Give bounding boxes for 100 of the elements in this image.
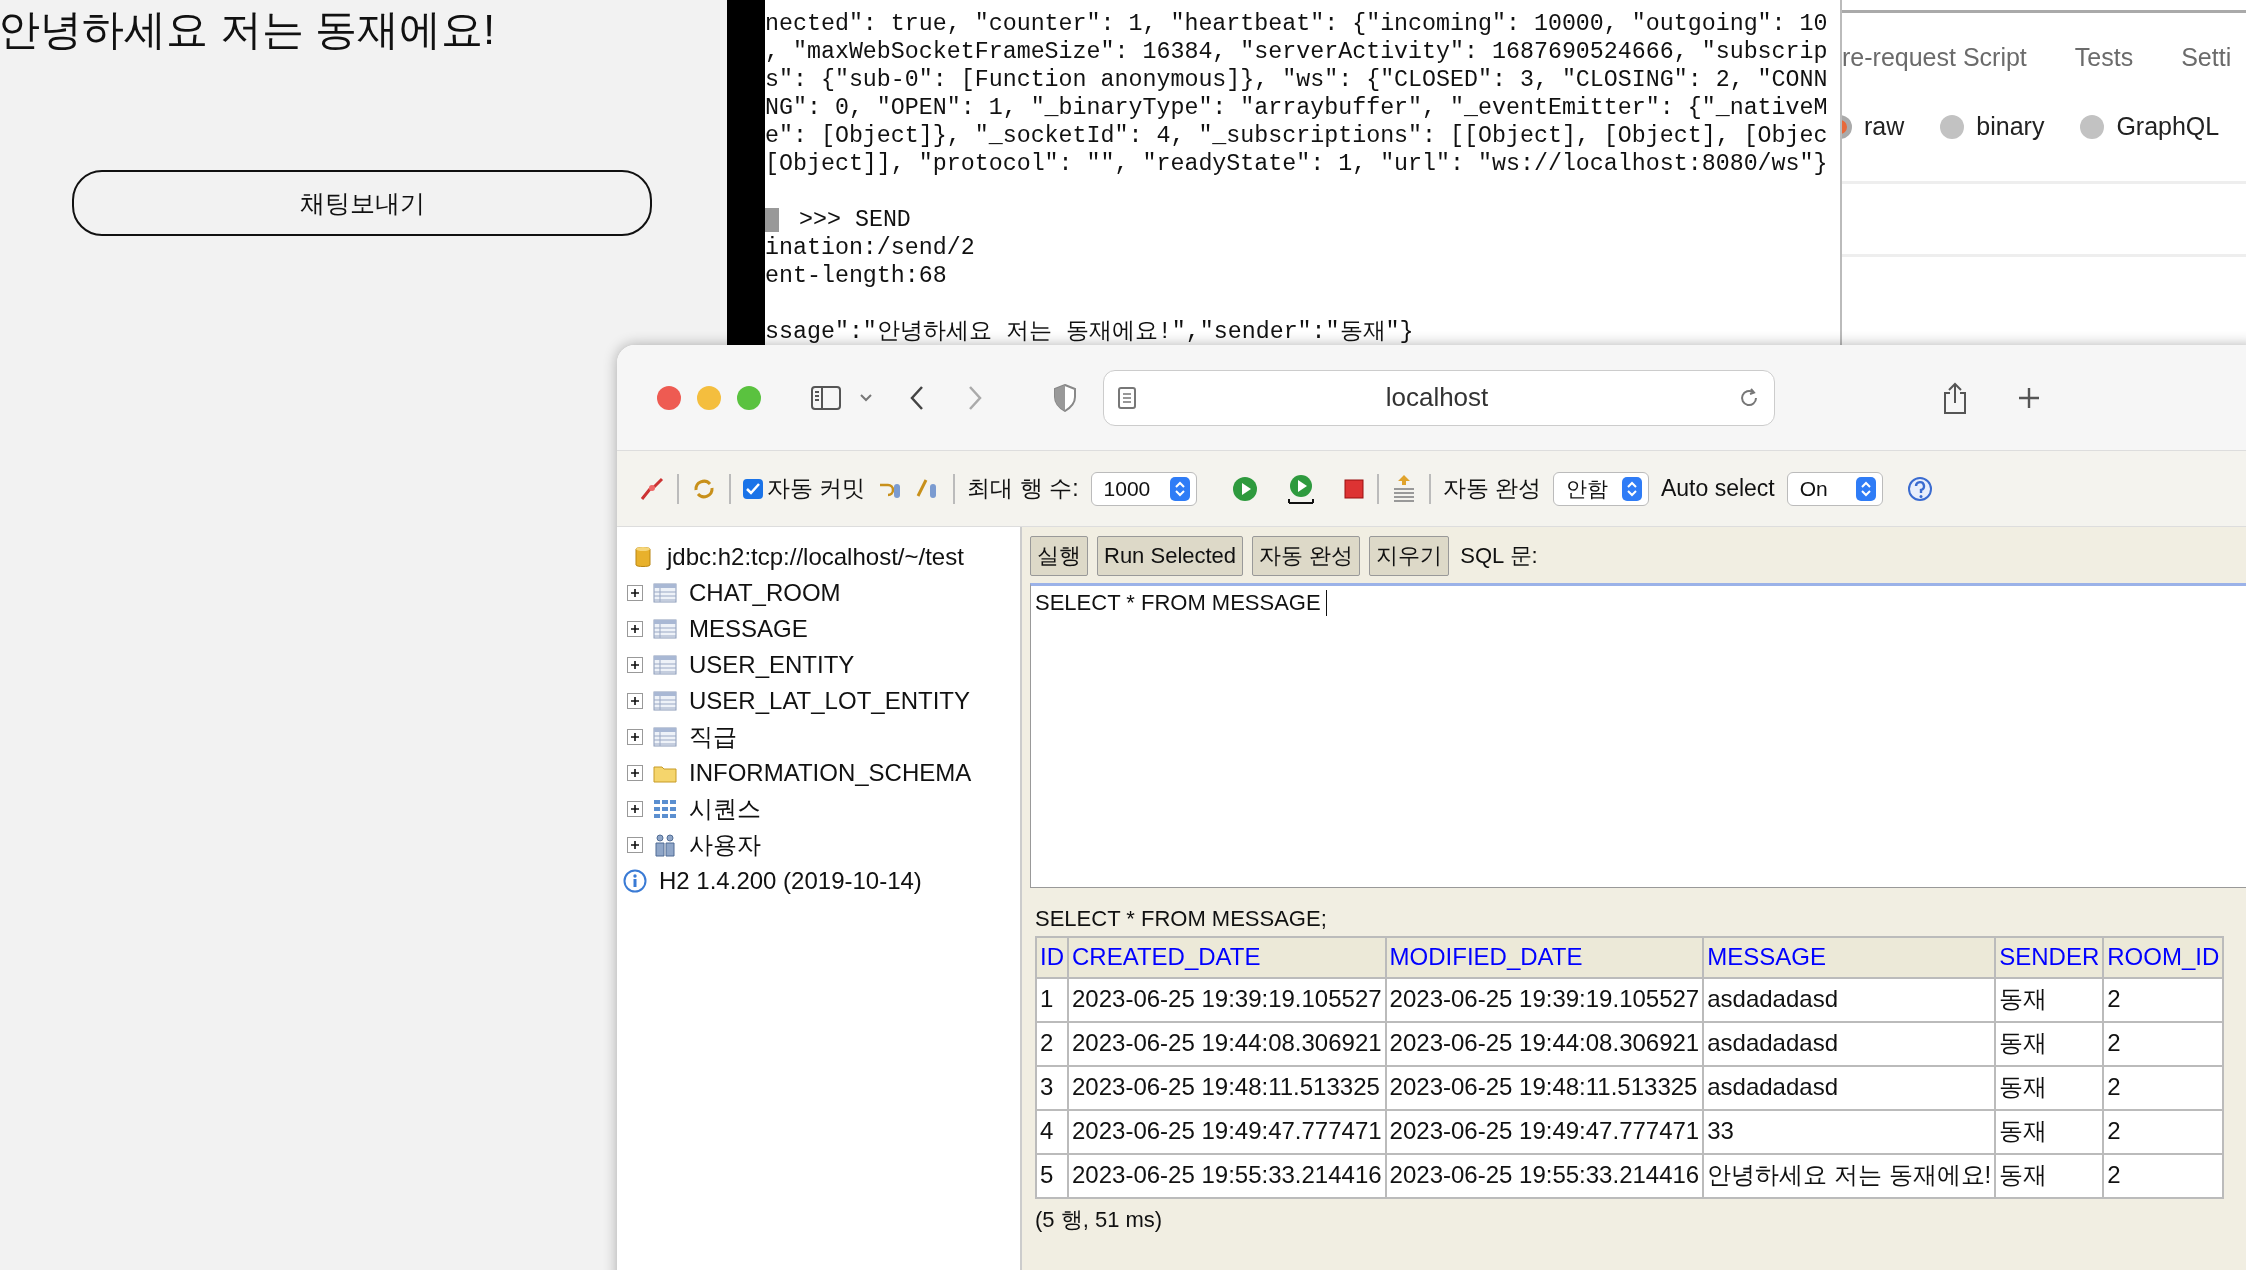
table-cell: asdadadasd — [1703, 978, 1996, 1022]
table-cell: 2023-06-25 19:48:11.513325 — [1385, 1066, 1704, 1110]
tree-item[interactable]: jdbc:h2:tcp://localhost/~/test — [667, 543, 964, 571]
expand-toggle-icon[interactable] — [627, 621, 643, 637]
table-cell: 4 — [1036, 1110, 1068, 1154]
table-cell: 2023-06-25 19:39:19.105527 — [1385, 978, 1704, 1022]
table-cell: 안녕하세요 저는 동재에요! — [1703, 1154, 1996, 1198]
table-icon — [653, 725, 677, 749]
tree-item[interactable]: MESSAGE — [689, 615, 808, 643]
result-summary: (5 행, 51 ms) — [1035, 1206, 1164, 1234]
back-icon[interactable] — [909, 384, 925, 411]
table-icon — [653, 617, 677, 641]
close-button[interactable] — [657, 385, 681, 410]
autocommit-label: 자동 커밋 — [767, 474, 866, 503]
expand-toggle-icon[interactable] — [627, 693, 643, 709]
sql-label: SQL 문: — [1460, 542, 1538, 570]
chat-heading: 안녕하세요 저는 동재에요! — [0, 5, 495, 55]
auto-select-label: Auto select — [1660, 475, 1775, 502]
sidebar-icon[interactable] — [811, 385, 841, 410]
table-cell: 2 — [2103, 1110, 2224, 1154]
sql-editor[interactable]: SELECT * FROM MESSAGE — [1030, 583, 2246, 888]
column-header[interactable]: SENDER — [1995, 937, 2104, 978]
reload-icon[interactable] — [1738, 386, 1760, 409]
table-cell: 2023-06-25 19:49:47.777471 — [1068, 1110, 1386, 1154]
table-icon — [653, 581, 677, 605]
query-button[interactable]: 지우기 — [1369, 536, 1450, 576]
terminal-line: , "maxWebSocketFrameSize": 16384, "serverActivity": 1687690524666, "subscrip — [765, 38, 1829, 66]
table-cell: 2 — [1036, 1022, 1068, 1066]
page-icon — [1118, 386, 1136, 409]
table-cell: 3 — [1036, 1066, 1068, 1110]
users-icon — [653, 833, 677, 857]
autocomplete-select[interactable]: 안함 — [1552, 471, 1649, 506]
terminal-line: ssage":"안녕하세요 저는 동재에요!","sender":"동재"} — [765, 318, 1415, 345]
grid-icon — [653, 797, 677, 821]
column-header[interactable]: ROOM_ID — [2103, 937, 2224, 978]
table-cell: 동재 — [1995, 1022, 2104, 1066]
chevron-down-icon[interactable] — [859, 392, 873, 403]
body-type-radio[interactable]: GraphQL — [2080, 112, 2220, 141]
expand-toggle-icon[interactable] — [627, 657, 643, 673]
request-tab[interactable]: Setti — [2181, 43, 2232, 72]
terminal-line: ent-length:68 — [765, 262, 948, 290]
tree-item[interactable]: INFORMATION_SCHEMA — [689, 759, 972, 787]
body-type-radio[interactable]: binary — [1940, 112, 2045, 141]
table-cell: 2023-06-25 19:44:08.306921 — [1385, 1022, 1704, 1066]
shield-icon[interactable] — [1053, 383, 1077, 412]
tree-item[interactable]: CHAT_ROOM — [689, 579, 841, 607]
tree-item[interactable]: H2 1.4.200 (2019-10-14) — [659, 867, 922, 895]
column-header[interactable]: MODIFIED_DATE — [1385, 937, 1704, 978]
disconnect-icon[interactable] — [639, 475, 665, 502]
terminal-line: nected": true, "counter": 1, "heartbeat": {"incoming": 10000, "outgoing": 10 — [765, 10, 1829, 38]
expand-toggle-icon[interactable] — [627, 729, 643, 745]
autocommit-checkbox[interactable] — [743, 478, 763, 499]
share-icon[interactable] — [1943, 381, 1967, 414]
table-cell: 2023-06-25 19:55:33.214416 — [1385, 1154, 1704, 1198]
table-cell: 동재 — [1995, 1110, 2104, 1154]
table-cell: 2023-06-25 19:49:47.777471 — [1385, 1110, 1704, 1154]
help-icon[interactable] — [1906, 475, 1933, 502]
terminal-line: >>> SEND — [765, 206, 1840, 234]
tree-item[interactable]: 시퀀스 — [689, 793, 761, 825]
table-icon — [653, 653, 677, 677]
stepper-icon — [1169, 476, 1190, 501]
result-query: SELECT * FROM MESSAGE; — [1035, 906, 1328, 932]
column-header[interactable]: MESSAGE — [1703, 937, 1996, 978]
max-rows-label: 최대 행 수: — [967, 474, 1079, 503]
stop-icon[interactable] — [1342, 477, 1365, 500]
request-tab[interactable]: re-request Script — [1842, 43, 2027, 72]
max-rows-select[interactable]: 1000 — [1090, 471, 1197, 506]
column-header[interactable]: CREATED_DATE — [1068, 937, 1386, 978]
run-icon[interactable] — [1230, 474, 1259, 503]
info-icon — [623, 869, 647, 893]
address-bar[interactable]: localhost — [1103, 369, 1775, 426]
table-cell: 2023-06-25 19:48:11.513325 — [1068, 1066, 1386, 1110]
query-button[interactable]: 자동 완성 — [1252, 536, 1361, 576]
query-button[interactable]: 실행 — [1030, 536, 1088, 576]
column-header[interactable]: ID — [1036, 937, 1068, 978]
run-selected-icon[interactable] — [1286, 472, 1315, 505]
table-cell: 2 — [2103, 978, 2224, 1022]
terminal-line: s": {"sub-0": [Function anonymous]}, "ws": {"CLOSED": 3, "CLOSING": 2, "CONN — [765, 66, 1829, 94]
expand-toggle-icon[interactable] — [627, 837, 643, 853]
expand-toggle-icon[interactable] — [627, 765, 643, 781]
auto-select-select[interactable]: On — [1786, 471, 1883, 506]
stepper-icon — [1621, 476, 1642, 501]
expand-toggle-icon[interactable] — [627, 585, 643, 601]
terminal-line: ination:/send/2 — [765, 234, 976, 262]
query-button[interactable]: Run Selected — [1097, 536, 1244, 576]
table-cell: asdadadasd — [1703, 1066, 1996, 1110]
tree-item[interactable]: 직급 — [689, 721, 737, 753]
send-chat-button[interactable]: 채팅보내기 — [72, 170, 652, 236]
tree-item[interactable]: 사용자 — [689, 829, 761, 861]
table-cell: 5 — [1036, 1154, 1068, 1198]
table-icon — [653, 689, 677, 713]
new-tab-icon[interactable] — [2017, 385, 2041, 410]
body-type-radio[interactable]: raw — [1842, 112, 1905, 141]
table-cell: 2 — [2103, 1022, 2224, 1066]
table-cell: 2023-06-25 19:55:33.214416 — [1068, 1154, 1386, 1198]
terminal-line: e": [Object]}, "_socketId": 4, "_subscriptions": [[Object], [Object], [Objec — [765, 122, 1829, 150]
expand-toggle-icon[interactable] — [627, 801, 643, 817]
request-tab[interactable]: Tests — [2074, 43, 2134, 72]
tree-item[interactable]: USER_LAT_LOT_ENTITY — [689, 687, 970, 715]
tree-item[interactable]: USER_ENTITY — [689, 651, 855, 679]
